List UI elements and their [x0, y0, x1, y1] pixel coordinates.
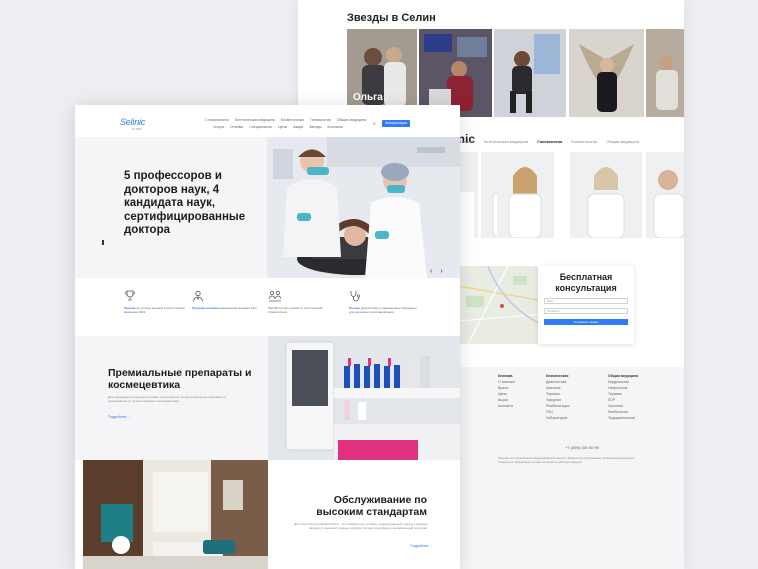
nav-item[interactable]: Контакты — [327, 125, 343, 129]
tab-general[interactable]: Общая медицина — [606, 139, 639, 144]
interior-image — [83, 460, 268, 569]
nav-item[interactable]: Эстетическая медицина — [235, 118, 275, 122]
consult-submit-button[interactable]: Отправить заявку — [544, 319, 628, 325]
service-title: Обслуживание по высоким стандартам — [316, 494, 427, 518]
feature-item: Топ 10 лучших клиник по эстетической сто… — [268, 290, 340, 315]
footer: Клиника О клинике Врачи Цены Акции Конта… — [458, 367, 684, 569]
hero-arrows: ‹ › — [430, 268, 451, 275]
feature-item: Полная диагностика и современные процеду… — [349, 290, 421, 315]
slider-indicator[interactable] — [102, 240, 104, 245]
star-card[interactable] — [419, 29, 492, 117]
star-card[interactable] — [569, 29, 644, 117]
feature-item: Премиум-клиника медицинская выездка 24/7 — [192, 290, 264, 310]
nav-item[interactable]: Акции — [293, 125, 303, 129]
feature-item: Премия за лучшую клинику в эстетической … — [124, 290, 196, 315]
hero-section: 5 профессоров и докторов наук, 4 кандида… — [75, 137, 460, 278]
star-name: Ольга — [353, 92, 383, 103]
name-field[interactable]: Имя — [544, 298, 628, 304]
doctor-card[interactable] — [570, 152, 642, 238]
nav-main: Услуги Отзывы Специалисты Цены Акции Зве… — [213, 125, 348, 129]
tab-cosmetology[interactable]: Косметология — [571, 139, 597, 144]
nav-item[interactable]: Стоматология — [205, 118, 229, 122]
nav-item[interactable]: Звезды — [309, 125, 321, 129]
doctor-icon — [192, 290, 264, 304]
site-header: Selinic CLINIC Стоматология Эстетическая… — [75, 105, 460, 137]
consultation-button[interactable]: Консультация — [382, 120, 410, 127]
site-logo[interactable]: Selinic — [120, 117, 145, 127]
nav-item[interactable]: Специалисты — [249, 125, 272, 129]
cosmetics-more-link[interactable]: Подробнее → — [108, 415, 131, 419]
chevron-left-icon[interactable]: ‹ — [430, 268, 432, 275]
tab-gynecology[interactable]: Гинекология — [537, 139, 562, 144]
logo-subtitle: CLINIC — [132, 127, 142, 131]
search-icon[interactable]: ⌕ — [373, 121, 376, 127]
nav-item[interactable]: Отзывы — [230, 125, 243, 129]
stethoscope-icon — [349, 290, 421, 304]
star-card[interactable] — [646, 29, 684, 117]
nav-item[interactable]: Общая медицина — [337, 118, 366, 122]
location-map[interactable] — [458, 266, 544, 344]
hero-title: 5 профессоров и докторов наук, 4 кандида… — [124, 170, 246, 236]
team-icon — [268, 290, 340, 304]
cosmetics-title: Премиальные препараты и космецевтика — [108, 367, 252, 391]
tab-aesthetic[interactable]: Эстетическая медицина — [483, 139, 528, 144]
service-more-link[interactable]: Подробнее → — [410, 544, 433, 548]
footer-col-general: Общая медицина Кардиология Неврология Те… — [608, 374, 639, 420]
footer-col-clinical: Клиническая Диагностика Анализы Терапия … — [546, 374, 570, 420]
cosmetics-text: Для проведения процедур в клинике исполь… — [108, 395, 226, 404]
footer-legal-text: Лицензия на осуществление медицинской де… — [498, 457, 635, 464]
cosmetics-section: Премиальные препараты и космецевтика Для… — [75, 336, 460, 460]
specialty-tabs: Стоматология Эстетическая медицина Гинек… — [448, 139, 647, 144]
front-page: Selinic CLINIC Стоматология Эстетическая… — [75, 105, 460, 569]
nav-specialties: Стоматология Эстетическая медицина Косме… — [205, 118, 371, 122]
features-row: Премия за лучшую клинику в эстетической … — [75, 290, 460, 334]
consultation-form: Бесплатная консультация Имя Телефон Отпр… — [538, 266, 634, 344]
phone-field[interactable]: Телефон — [544, 308, 628, 314]
map-pin-icon — [500, 304, 504, 308]
nav-item[interactable]: Косметология — [281, 118, 304, 122]
star-card[interactable] — [494, 29, 566, 117]
doctor-card[interactable] — [646, 152, 684, 238]
nav-item[interactable]: Цены — [278, 125, 287, 129]
cosmetics-image — [268, 336, 460, 460]
footer-col-clinic: Клиника О клинике Врачи Цены Акции Конта… — [498, 374, 515, 408]
doctor-card[interactable] — [497, 152, 554, 238]
nav-item[interactable]: Гинекология — [310, 118, 331, 122]
chevron-right-icon[interactable]: › — [440, 268, 442, 275]
trophy-icon — [124, 290, 196, 304]
footer-phone[interactable]: +7 (495) 150 90 90 — [565, 445, 599, 450]
star-card[interactable]: Ольга — [347, 29, 417, 117]
stars-section-title: Звезды в Селин — [347, 12, 436, 24]
service-text: Для посетителей клиники Selinic - это ко… — [293, 522, 428, 531]
doctor-card[interactable] — [458, 152, 478, 238]
service-section: Обслуживание по высоким стандартам Для п… — [75, 460, 460, 569]
hero-image — [267, 137, 460, 278]
consult-title: Бесплатная консультация — [555, 272, 617, 293]
nav-item[interactable]: Услуги — [213, 125, 224, 129]
